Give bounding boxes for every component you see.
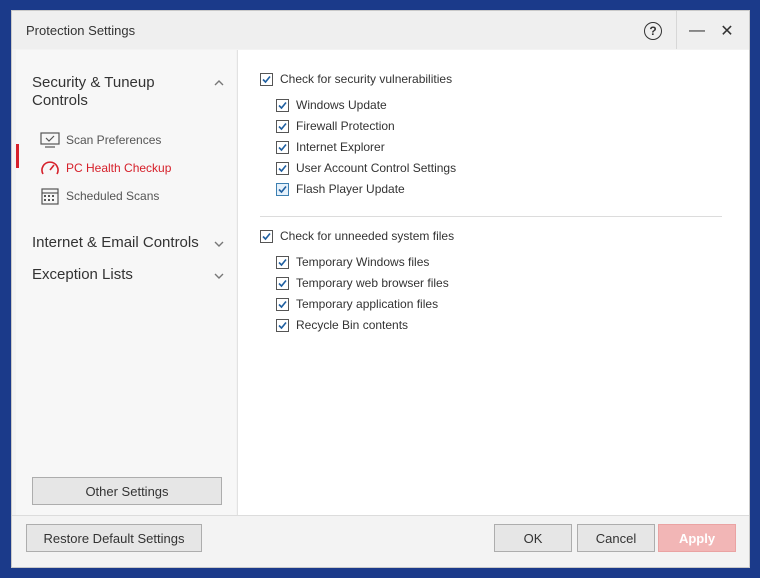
checkbox[interactable] <box>260 72 273 86</box>
sidebar: Security & Tuneup Controls Scan Preferen… <box>16 50 236 515</box>
section-internet-email[interactable]: Internet & Email Controls <box>32 234 199 252</box>
footer-separator <box>12 515 749 516</box>
window-title: Protection Settings <box>26 23 136 38</box>
title-bar[interactable]: Protection Settings ? — ✕ <box>12 11 749 49</box>
check-icon <box>278 258 287 266</box>
checkbox-uac-settings[interactable]: User Account Control Settings <box>276 161 456 175</box>
check-icon <box>278 279 287 287</box>
checkbox[interactable] <box>276 276 289 290</box>
monitor-check-icon <box>40 131 60 149</box>
active-indicator <box>16 144 19 168</box>
checkbox[interactable] <box>276 182 289 196</box>
chevron-down-icon[interactable] <box>214 271 224 281</box>
main-panel: Check for security vulnerabilities Windo… <box>237 50 749 515</box>
chevron-up-icon[interactable] <box>214 78 224 88</box>
restore-default-settings-button[interactable]: Restore Default Settings <box>26 524 202 552</box>
minimize-button[interactable]: — <box>685 19 709 43</box>
check-icon <box>278 164 287 172</box>
minimize-icon: — <box>689 22 705 39</box>
checkbox-temp-browser-files[interactable]: Temporary web browser files <box>276 276 449 290</box>
sidebar-item-pc-health-checkup[interactable]: PC Health Checkup <box>40 158 171 178</box>
checkbox-label: Windows Update <box>296 98 387 112</box>
checkbox[interactable] <box>276 119 289 133</box>
check-icon <box>262 232 271 240</box>
sidebar-item-label: PC Health Checkup <box>66 161 172 175</box>
checkbox-firewall-protection[interactable]: Firewall Protection <box>276 119 395 133</box>
sidebar-item-label: Scheduled Scans <box>66 189 160 203</box>
check-icon <box>262 75 271 83</box>
cancel-button[interactable]: Cancel <box>577 524 655 552</box>
checkbox[interactable] <box>276 161 289 175</box>
checkbox[interactable] <box>276 140 289 154</box>
help-icon: ? <box>644 22 662 40</box>
checkbox-internet-explorer[interactable]: Internet Explorer <box>276 140 385 154</box>
chevron-down-icon[interactable] <box>214 239 224 249</box>
sidebar-item-scan-preferences[interactable]: Scan Preferences <box>40 130 161 150</box>
checkbox[interactable] <box>276 98 289 112</box>
section-security-tuneup-line2: Controls <box>32 92 88 109</box>
title-bar-separator <box>676 11 677 49</box>
checkbox[interactable] <box>276 255 289 269</box>
sidebar-item-label: Scan Preferences <box>66 133 162 147</box>
checkbox[interactable] <box>276 297 289 311</box>
close-icon: ✕ <box>720 23 734 40</box>
checkbox-label: User Account Control Settings <box>296 161 457 175</box>
checkbox-unneeded-system-files[interactable]: Check for unneeded system files <box>260 229 454 243</box>
checkbox-label: Check for unneeded system files <box>280 229 455 243</box>
checkbox-label: Temporary Windows files <box>296 255 430 269</box>
gauge-icon <box>40 159 60 177</box>
checkbox-temp-application-files[interactable]: Temporary application files <box>276 297 438 311</box>
section-exception-lists[interactable]: Exception Lists <box>32 266 133 284</box>
checkbox-label: Recycle Bin contents <box>296 318 409 332</box>
checkbox-windows-update[interactable]: Windows Update <box>276 98 387 112</box>
checkbox-recycle-bin[interactable]: Recycle Bin contents <box>276 318 408 332</box>
check-icon <box>278 185 287 193</box>
checkbox[interactable] <box>260 229 273 243</box>
group-divider <box>260 216 722 217</box>
check-icon <box>278 143 287 151</box>
checkbox-label: Flash Player Update <box>296 182 405 196</box>
check-icon <box>278 101 287 109</box>
checkbox-temp-windows-files[interactable]: Temporary Windows files <box>276 255 429 269</box>
checkbox[interactable] <box>276 318 289 332</box>
calendar-icon <box>40 187 60 205</box>
section-security-tuneup[interactable]: Security & Tuneup Controls <box>32 74 155 110</box>
check-icon <box>278 122 287 130</box>
checkbox-label: Firewall Protection <box>296 119 395 133</box>
checkbox-label: Check for security vulnerabilities <box>280 72 453 86</box>
protection-settings-window: Protection Settings ? — ✕ Security & Tun… <box>11 10 750 568</box>
checkbox-label: Internet Explorer <box>296 140 385 154</box>
close-button[interactable]: ✕ <box>715 19 739 43</box>
section-security-tuneup-line1: Security & Tuneup <box>32 74 155 91</box>
checkbox-label: Temporary application files <box>296 297 439 311</box>
sidebar-item-scheduled-scans[interactable]: Scheduled Scans <box>40 186 159 206</box>
checkbox-label: Temporary web browser files <box>296 276 449 290</box>
other-settings-button[interactable]: Other Settings <box>32 477 222 505</box>
check-icon <box>278 300 287 308</box>
checkbox-security-vulnerabilities[interactable]: Check for security vulnerabilities <box>260 72 452 86</box>
ok-button[interactable]: OK <box>494 524 572 552</box>
help-button[interactable]: ? <box>641 19 665 43</box>
checkbox-flash-player-update[interactable]: Flash Player Update <box>276 182 405 196</box>
apply-button[interactable]: Apply <box>658 524 736 552</box>
check-icon <box>278 321 287 329</box>
